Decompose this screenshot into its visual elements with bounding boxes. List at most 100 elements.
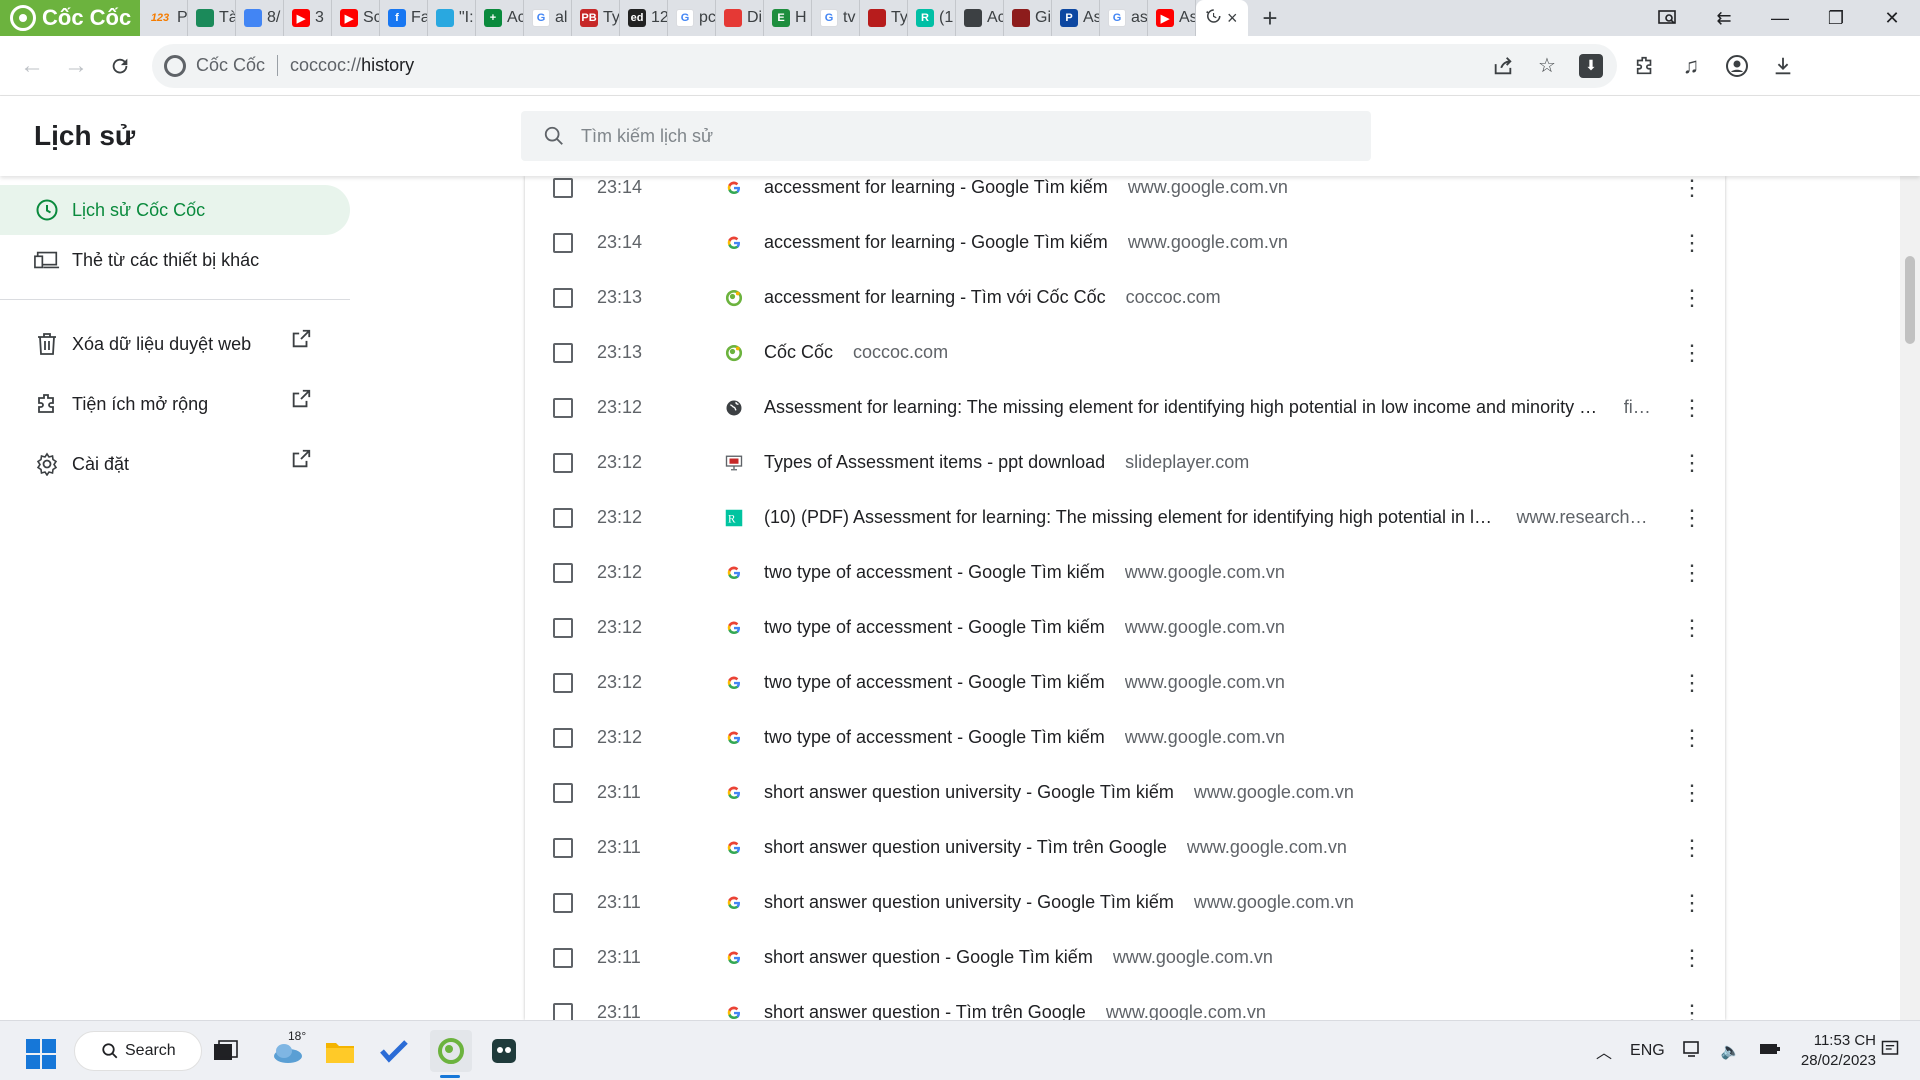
row-title[interactable]: accessment for learning - Google Tìm kiế… [764, 232, 1108, 253]
row-link[interactable]: Types of Assessment items - ppt download… [764, 452, 1249, 473]
row-title[interactable]: two type of accessment - Google Tìm kiếm [764, 562, 1105, 583]
history-row[interactable]: 23:12 Types of Assessment items - ppt dow… [525, 435, 1725, 490]
browser-tab[interactable]: Ac [956, 0, 1004, 36]
browser-tab[interactable]: 8/ [236, 0, 284, 36]
row-title[interactable]: short answer question university - Tìm t… [764, 837, 1167, 858]
row-link[interactable]: two type of accessment - Google Tìm kiếm… [764, 672, 1285, 693]
history-row[interactable]: 23:12 two type of accessment - Google Tìm… [525, 710, 1725, 765]
browser-tab[interactable]: ed 12 [620, 0, 668, 36]
restore-button[interactable]: ❐ [1808, 0, 1864, 36]
history-row[interactable]: 23:11 short answer question university - … [525, 820, 1725, 875]
browser-tab[interactable]: Ty [860, 0, 908, 36]
row-link[interactable]: two type of accessment - Google Tìm kiếm… [764, 562, 1285, 583]
more-actions-icon[interactable]: ⋮ [1680, 560, 1704, 585]
minimize-button[interactable]: — [1752, 0, 1808, 36]
more-actions-icon[interactable]: ⋮ [1680, 835, 1704, 860]
browser-tab[interactable]: Gas [1100, 0, 1148, 36]
browser-tab[interactable]: Di [716, 0, 764, 36]
todo-app-icon[interactable] [376, 1033, 412, 1069]
row-title[interactable]: Cốc Cốc [764, 342, 833, 363]
row-title[interactable]: two type of accessment - Google Tìm kiếm [764, 727, 1105, 748]
row-checkbox[interactable] [553, 452, 573, 473]
more-actions-icon[interactable]: ⋮ [1680, 395, 1704, 420]
history-row[interactable]: 23:11 short answer question - Google Tìm … [525, 930, 1725, 985]
history-row[interactable]: 23:11 short answer question university - … [525, 875, 1725, 930]
browser-tab[interactable]: "I: [428, 0, 476, 36]
more-actions-icon[interactable]: ⋮ [1680, 615, 1704, 640]
history-row[interactable]: 23:11 short answer question - Tìm trên Go… [525, 985, 1725, 1020]
notification-icon[interactable] [1880, 1039, 1900, 1065]
battery-icon[interactable] [1759, 1042, 1781, 1061]
photo-app-icon[interactable] [486, 1033, 522, 1069]
task-view-icon[interactable] [208, 1033, 244, 1069]
browser-tab[interactable]: ▶ 3 [284, 0, 332, 36]
browser-tab[interactable]: Gpc [668, 0, 716, 36]
row-link[interactable]: two type of accessment - Google Tìm kiếm… [764, 617, 1285, 638]
more-actions-icon[interactable]: ⋮ [1680, 890, 1704, 915]
history-row[interactable]: 23:12 two type of accessment - Google Tìm… [525, 600, 1725, 655]
history-row[interactable]: 23:12 Assessment for learning: The missin… [525, 380, 1725, 435]
row-checkbox[interactable] [553, 232, 573, 253]
language-indicator[interactable]: ENG [1630, 1042, 1665, 1060]
row-link[interactable]: (10) (PDF) Assessment for learning: The … [764, 507, 1654, 528]
new-tab-button[interactable]: + [1252, 0, 1288, 36]
row-title[interactable]: Types of Assessment items - ppt download [764, 452, 1105, 473]
browser-tab[interactable]: f Fa [380, 0, 428, 36]
browser-tab[interactable]: R (1 [908, 0, 956, 36]
row-title[interactable]: short answer question university - Googl… [764, 782, 1174, 803]
browser-tab[interactable]: Gal [524, 0, 572, 36]
browser-tab[interactable]: Gi [1004, 0, 1052, 36]
more-actions-icon[interactable]: ⋮ [1680, 1000, 1704, 1021]
more-actions-icon[interactable]: ⋮ [1680, 780, 1704, 805]
row-checkbox[interactable] [553, 727, 573, 748]
history-row[interactable]: 23:12 R (10) (PDF) Assessment for learning… [525, 490, 1725, 545]
more-actions-icon[interactable]: ⋮ [1680, 725, 1704, 750]
scrollbar-thumb[interactable] [1905, 256, 1915, 344]
row-link[interactable]: short answer question - Google Tìm kiếm w… [764, 947, 1273, 968]
row-link[interactable]: Cốc Cốc coccoc.com [764, 342, 948, 363]
more-actions-icon[interactable]: ⋮ [1680, 340, 1704, 365]
row-checkbox[interactable] [553, 177, 573, 198]
forward-button[interactable]: → [54, 44, 98, 88]
row-checkbox[interactable] [553, 672, 573, 693]
row-title[interactable]: short answer question - Google Tìm kiếm [764, 947, 1093, 968]
history-row[interactable]: 23:14 accessment for learning - Google Tì… [525, 215, 1725, 270]
brand-menu-button[interactable]: Cốc Cốc [0, 0, 140, 36]
history-row[interactable]: 23:11 short answer question university - … [525, 765, 1725, 820]
browser-tab[interactable]: P As [1052, 0, 1100, 36]
row-link[interactable]: accessment for learning - Google Tìm kiế… [764, 177, 1288, 198]
sidebar-item-clear-data[interactable]: Xóa dữ liệu duyệt web [0, 314, 350, 374]
page-scrollbar[interactable] [1900, 176, 1920, 1020]
close-tab-icon[interactable]: × [1227, 8, 1238, 29]
row-title[interactable]: two type of accessment - Google Tìm kiếm [764, 617, 1105, 638]
more-actions-icon[interactable]: ⋮ [1680, 285, 1704, 310]
coccoc-taskbar-icon[interactable] [430, 1030, 472, 1072]
sidebar-item-settings[interactable]: Cài đặt [0, 434, 350, 494]
sidebar-item-extensions[interactable]: Tiện ích mở rộng [0, 374, 350, 434]
history-row[interactable]: 23:12 two type of accessment - Google Tìm… [525, 655, 1725, 710]
sidebar-item-other-devices[interactable]: Thẻ từ các thiết bị khác [0, 235, 350, 285]
more-actions-icon[interactable]: ⋮ [1680, 176, 1704, 200]
row-checkbox[interactable] [553, 342, 573, 363]
browser-tab[interactable]: ▶ As [1148, 0, 1196, 36]
more-actions-icon[interactable]: ⋮ [1680, 450, 1704, 475]
row-link[interactable]: Assessment for learning: The missing ele… [764, 397, 1654, 418]
file-explorer-icon[interactable] [322, 1033, 358, 1069]
history-row[interactable]: 23:14 accessment for learning - Google Tì… [525, 176, 1725, 215]
browser-tab[interactable]: + Ac [476, 0, 524, 36]
more-actions-icon[interactable]: ⋮ [1680, 945, 1704, 970]
row-link[interactable]: short answer question university - Googl… [764, 892, 1354, 913]
row-title[interactable]: short answer question - Tìm trên Google [764, 1002, 1086, 1020]
history-search-input[interactable] [581, 125, 1341, 147]
browser-tab[interactable]: Tà [188, 0, 236, 36]
share-icon[interactable] [1485, 48, 1521, 84]
row-title[interactable]: two type of accessment - Google Tìm kiếm [764, 672, 1105, 693]
browser-tab[interactable]: PB Ty [572, 0, 620, 36]
more-actions-icon[interactable]: ⋮ [1680, 670, 1704, 695]
row-title[interactable]: (10) (PDF) Assessment for learning: The … [764, 507, 1496, 528]
browser-tab[interactable]: EH [764, 0, 812, 36]
row-checkbox[interactable] [553, 287, 573, 308]
address-bar[interactable]: Cốc Cốc coccoc://history ☆ ⬇ [152, 43, 1617, 88]
more-actions-icon[interactable]: ⋮ [1680, 505, 1704, 530]
row-checkbox[interactable] [553, 397, 573, 418]
